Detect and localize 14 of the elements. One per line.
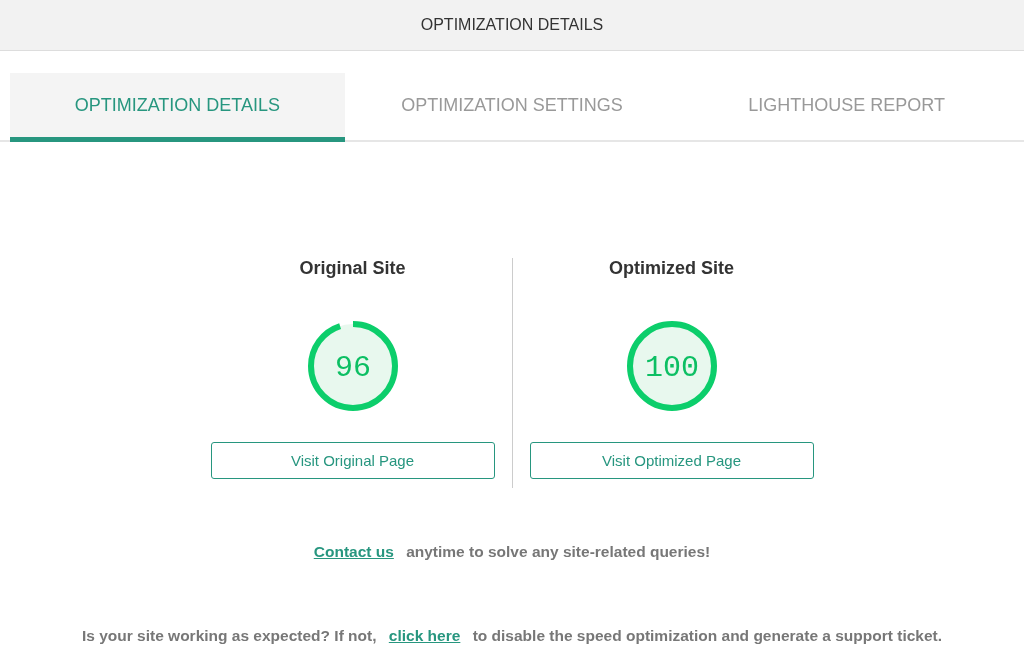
tab[interactable]: LIGHTHOUSE REPORT [679,73,1014,142]
support-sentence: Is your site working as expected? If not, click here to disable the speed optimization and generate a support ticket. [81,627,943,645]
site-title: Original Site [299,258,406,278]
contact-link[interactable]: Contact us [313,543,394,560]
score-value: 100 [644,351,699,385]
header-title: OPTIMIZATION DETAILS [420,16,604,34]
score-value: 96 [334,351,371,385]
visit-page-button[interactable]: Visit Original Page [210,442,495,479]
site-title: Optimized Site [609,258,734,278]
visit-page-button[interactable]: Visit Optimized Page [529,442,814,479]
contact-sentence: Contact us anytime to solve any site-related queries! [313,543,711,561]
tab[interactable]: OPTIMIZATION DETAILS [10,73,345,142]
tab[interactable]: OPTIMIZATION SETTINGS [344,73,680,142]
click-here-link[interactable]: click here [388,627,461,644]
